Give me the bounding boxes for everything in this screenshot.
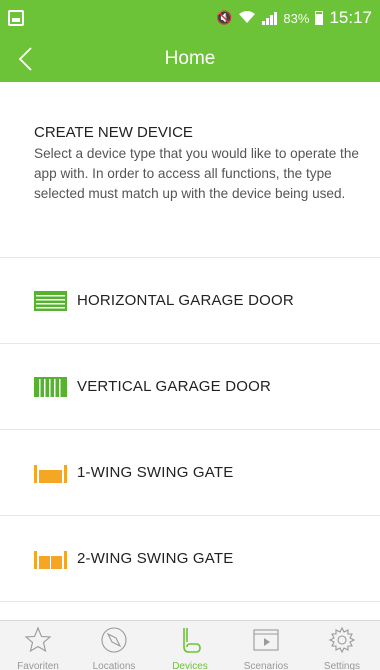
device-type-1-wing-swing-gate[interactable]: 1-WING SWING GATE <box>0 430 380 516</box>
device-type-label: VERTICAL GARAGE DOOR <box>77 378 272 395</box>
create-device-intro: CREATE NEW DEVICE Select a device type t… <box>0 82 380 258</box>
mute-icon: 🔇 <box>216 10 233 25</box>
wifi-icon <box>238 10 256 27</box>
tab-scenarios[interactable]: Scenarios <box>228 621 304 670</box>
status-bar: 🔇 83% 15:17 <box>0 0 380 36</box>
tab-label: Scenarios <box>243 661 289 670</box>
vertical-garage-door-icon <box>34 376 67 397</box>
device-type-list: HORIZONTAL GARAGE DOOR VERTICAL GARAGE D… <box>0 258 380 602</box>
tab-label: Favoriten <box>17 661 59 670</box>
one-wing-swing-gate-icon <box>34 463 67 483</box>
clock: 15:17 <box>329 8 372 27</box>
tab-label: Locations <box>92 661 136 670</box>
tab-label: Devices <box>172 661 208 670</box>
app-header: Home <box>0 36 380 82</box>
page-title: Home <box>164 48 216 69</box>
device-type-horizontal-garage-door[interactable]: HORIZONTAL GARAGE DOOR <box>0 258 380 344</box>
device-type-2-wing-swing-gate[interactable]: 2-WING SWING GATE <box>0 516 380 602</box>
devices-icon <box>175 625 205 660</box>
status-indicators: 🔇 83% 15:17 <box>216 8 372 28</box>
battery-icon <box>315 11 324 25</box>
play-icon <box>251 625 281 660</box>
device-type-label: 2-WING SWING GATE <box>77 550 234 567</box>
device-type-vertical-garage-door[interactable]: VERTICAL GARAGE DOOR <box>0 344 380 430</box>
compass-icon <box>99 625 129 660</box>
main-content: CREATE NEW DEVICE Select a device type t… <box>0 82 380 602</box>
tab-devices[interactable]: Devices <box>152 621 228 670</box>
signal-icon <box>262 11 278 25</box>
section-description: Select a device type that you would like… <box>34 146 359 201</box>
two-wing-swing-gate-icon <box>34 549 67 569</box>
image-notification-icon <box>8 10 24 26</box>
tab-settings[interactable]: Settings <box>304 621 380 670</box>
tab-label: Settings <box>323 661 361 670</box>
star-icon <box>23 625 53 660</box>
back-chevron-icon[interactable] <box>12 44 42 74</box>
gear-icon <box>327 625 357 660</box>
device-type-label: 1-WING SWING GATE <box>77 464 234 481</box>
section-heading: CREATE NEW DEVICE <box>34 124 193 141</box>
tab-favoriten[interactable]: Favoriten <box>0 621 76 670</box>
battery-percent: 83% <box>283 10 310 26</box>
bottom-tab-bar: Favoriten Locations Devices Scenarios Se… <box>0 620 380 670</box>
horizontal-garage-door-icon <box>34 290 67 311</box>
device-type-label: HORIZONTAL GARAGE DOOR <box>77 292 294 309</box>
tab-locations[interactable]: Locations <box>76 621 152 670</box>
